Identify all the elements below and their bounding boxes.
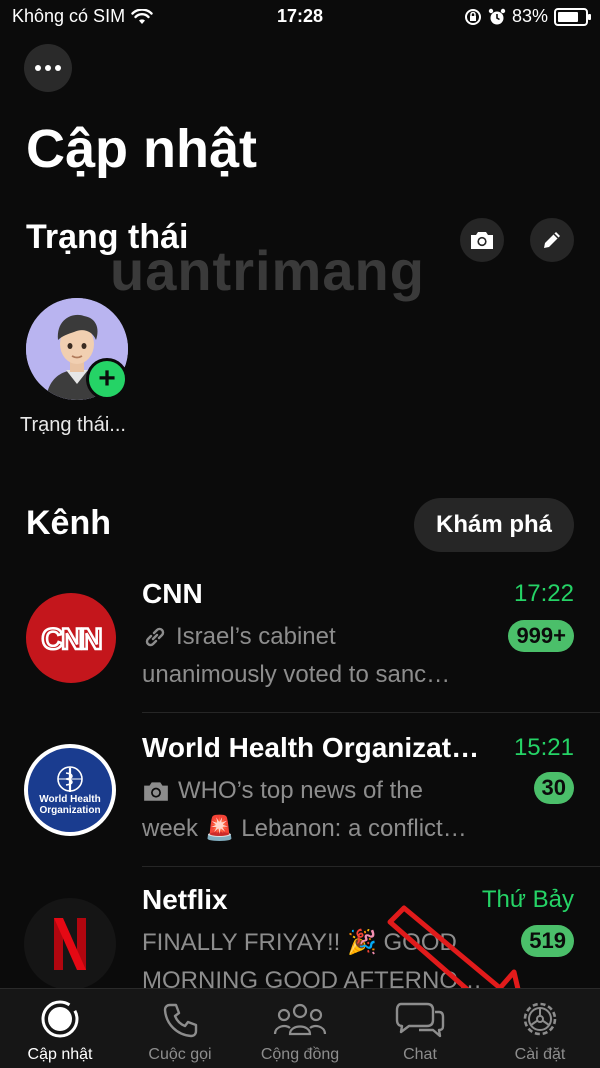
pencil-icon [544,232,560,248]
camera-icon [144,782,168,801]
cnn-logo-icon: CNN [40,622,104,658]
page-title: Cập nhật [26,119,258,179]
who-emblem-icon [57,766,83,792]
tab-label: Cuộc gọi [148,1046,212,1063]
status-icons: 83% [464,6,591,27]
bottom-tab-bar: Cập nhật Cuộc gọi Cộng đồng Chat Cài đặt [0,988,600,1068]
more-dot [45,65,51,71]
more-dot [55,65,61,71]
tab-label: Chat [403,1046,437,1063]
tab-label: Cập nhật [27,1046,93,1063]
tab-updates[interactable]: Cập nhật [0,989,120,1068]
tab-communities[interactable]: Cộng đồng [240,989,360,1068]
tab-chats[interactable]: Chat [360,989,480,1068]
who-logo-text-2: Organization [39,805,101,816]
message-line-1: Israel’s cabinet [176,623,336,650]
netflix-avatar [24,898,116,990]
explore-button[interactable]: Khám phá [413,498,574,552]
channel-message: WHO’s top news of the week 🚨 Lebanon: a … [142,772,522,848]
tab-label: Cài đặt [514,1046,566,1063]
svg-text:CNN: CNN [42,623,101,656]
watermark-text: uantrimang [110,239,425,302]
channel-name: CNN [142,578,203,609]
updates-icon [41,1000,79,1038]
message-line-2: week 🚨 Lebanon: a conflict… [142,815,467,842]
community-icon [273,1003,327,1036]
more-dots-icon [35,65,41,71]
add-status-icon[interactable]: + [86,358,128,400]
camera-icon [471,232,493,249]
battery-percent: 83% [511,6,548,26]
chat-icon [395,1002,445,1038]
channel-time: 15:21 [513,734,574,761]
more-options-button[interactable] [24,44,72,92]
unread-badge: 30 [533,772,574,804]
row-divider [142,866,600,867]
tab-calls[interactable]: Cuộc gọi [120,989,240,1068]
message-line-2: unanimously voted to sanc… [142,661,451,688]
my-status-label: Trạng thái... [20,414,126,436]
rotation-lock-icon [464,8,481,25]
status-bar: Không có SIM 17:28 83% [0,0,600,34]
who-avatar: World Health Organization [24,744,116,836]
camera-button[interactable] [460,218,504,262]
row-divider [142,712,600,713]
channel-name: World Health Organizat… [142,732,480,763]
channel-message: Israel’s cabinet unanimously voted to sa… [142,618,502,694]
channel-time: 17:22 [513,580,574,607]
unread-badge: 999+ [508,620,574,652]
alarm-icon [488,8,506,24]
netflix-logo-icon [54,918,86,970]
tab-settings[interactable]: Cài đặt [480,989,600,1068]
tab-label: Cộng đồng [260,1046,340,1063]
who-logo-text-1: World Health [39,794,101,805]
channels-section-title: Kênh [26,504,111,542]
phone-icon [163,1003,198,1038]
message-line-1: WHO’s top news of the [178,777,423,804]
cnn-avatar: CNN [26,593,116,683]
battery-icon [554,7,591,26]
edit-text-status-button[interactable] [530,218,574,262]
settings-icon [523,1002,557,1036]
link-icon [145,627,165,647]
